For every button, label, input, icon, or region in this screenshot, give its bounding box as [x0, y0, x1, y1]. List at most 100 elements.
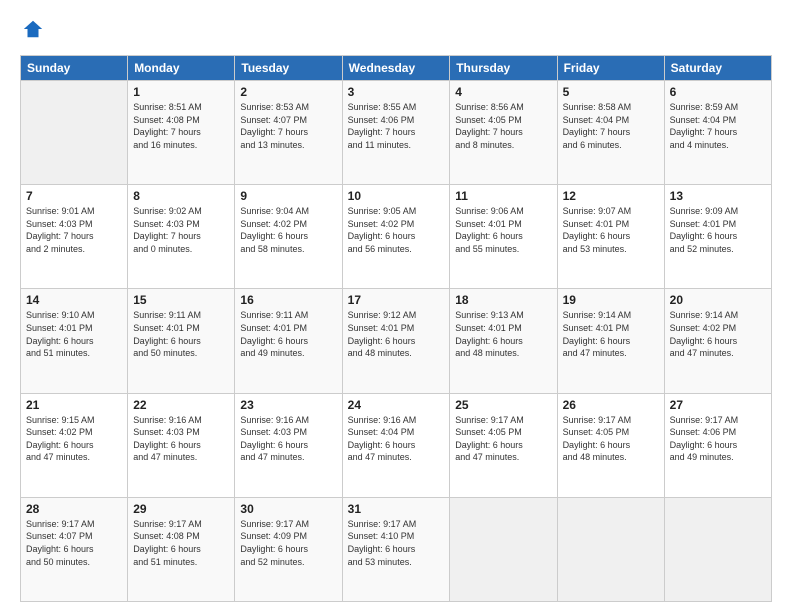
calendar-cell: 31Sunrise: 9:17 AM Sunset: 4:10 PM Dayli…	[342, 497, 450, 601]
cell-info: Sunrise: 9:07 AM Sunset: 4:01 PM Dayligh…	[563, 205, 659, 255]
day-number: 8	[133, 189, 229, 203]
weekday-header-saturday: Saturday	[664, 56, 771, 81]
day-number: 20	[670, 293, 766, 307]
calendar-cell: 19Sunrise: 9:14 AM Sunset: 4:01 PM Dayli…	[557, 289, 664, 393]
day-number: 17	[348, 293, 445, 307]
weekday-header-friday: Friday	[557, 56, 664, 81]
cell-info: Sunrise: 9:01 AM Sunset: 4:03 PM Dayligh…	[26, 205, 122, 255]
header	[20, 18, 772, 45]
calendar-week-row: 7 Sunrise: 9:01 AM Sunset: 4:03 PM Daylig…	[21, 185, 772, 289]
calendar-cell	[21, 81, 128, 185]
cell-info: Sunrise: 9:02 AM Sunset: 4:03 PM Dayligh…	[133, 205, 229, 255]
cell-info: Sunrise: 8:58 AM Sunset: 4:04 PM Dayligh…	[563, 101, 659, 151]
day-number: 18	[455, 293, 551, 307]
calendar-cell: 1 Sunrise: 8:51 AM Sunset: 4:08 PM Daylig…	[128, 81, 235, 185]
cell-info: Sunrise: 8:56 AM Sunset: 4:05 PM Dayligh…	[455, 101, 551, 151]
calendar-cell: 18 Sunrise: 9:13 AM Sunset: 4:01 PM Dayli…	[450, 289, 557, 393]
day-number: 2	[240, 85, 336, 99]
cell-info: Sunrise: 8:59 AM Sunset: 4:04 PM Dayligh…	[670, 101, 766, 151]
calendar-cell	[557, 497, 664, 601]
cell-info: Sunrise: 9:05 AM Sunset: 4:02 PM Dayligh…	[348, 205, 445, 255]
day-number: 25	[455, 398, 551, 412]
weekday-header-wednesday: Wednesday	[342, 56, 450, 81]
calendar-cell: 2 Sunrise: 8:53 AM Sunset: 4:07 PM Daylig…	[235, 81, 342, 185]
day-number: 9	[240, 189, 336, 203]
cell-info: Sunrise: 9:11 AM Sunset: 4:01 PM Dayligh…	[133, 309, 229, 359]
calendar-cell: 4 Sunrise: 8:56 AM Sunset: 4:05 PM Daylig…	[450, 81, 557, 185]
cell-info: Sunrise: 9:14 AM Sunset: 4:01 PM Dayligh…	[563, 309, 659, 359]
calendar-cell: 24 Sunrise: 9:16 AM Sunset: 4:04 PM Dayli…	[342, 393, 450, 497]
cell-info: Sunrise: 9:15 AM Sunset: 4:02 PM Dayligh…	[26, 414, 122, 464]
weekday-header-sunday: Sunday	[21, 56, 128, 81]
weekday-header-row: SundayMondayTuesdayWednesdayThursdayFrid…	[21, 56, 772, 81]
calendar-cell: 26 Sunrise: 9:17 AM Sunset: 4:05 PM Dayli…	[557, 393, 664, 497]
calendar-week-row: 1 Sunrise: 8:51 AM Sunset: 4:08 PM Daylig…	[21, 81, 772, 185]
logo	[20, 18, 48, 45]
day-number: 3	[348, 85, 445, 99]
weekday-header-tuesday: Tuesday	[235, 56, 342, 81]
calendar-cell: 11Sunrise: 9:06 AM Sunset: 4:01 PM Dayli…	[450, 185, 557, 289]
cell-info: Sunrise: 9:16 AM Sunset: 4:03 PM Dayligh…	[240, 414, 336, 464]
day-number: 27	[670, 398, 766, 412]
calendar-cell: 25Sunrise: 9:17 AM Sunset: 4:05 PM Dayli…	[450, 393, 557, 497]
cell-info: Sunrise: 9:17 AM Sunset: 4:09 PM Dayligh…	[240, 518, 336, 568]
cell-info: Sunrise: 9:16 AM Sunset: 4:03 PM Dayligh…	[133, 414, 229, 464]
calendar-cell: 21 Sunrise: 9:15 AM Sunset: 4:02 PM Dayli…	[21, 393, 128, 497]
day-number: 26	[563, 398, 659, 412]
cell-info: Sunrise: 9:12 AM Sunset: 4:01 PM Dayligh…	[348, 309, 445, 359]
calendar-cell: 22 Sunrise: 9:16 AM Sunset: 4:03 PM Dayli…	[128, 393, 235, 497]
day-number: 5	[563, 85, 659, 99]
cell-info: Sunrise: 9:14 AM Sunset: 4:02 PM Dayligh…	[670, 309, 766, 359]
day-number: 30	[240, 502, 336, 516]
calendar-week-row: 14 Sunrise: 9:10 AM Sunset: 4:01 PM Dayli…	[21, 289, 772, 393]
calendar-week-row: 21 Sunrise: 9:15 AM Sunset: 4:02 PM Dayli…	[21, 393, 772, 497]
calendar-cell: 28Sunrise: 9:17 AM Sunset: 4:07 PM Dayli…	[21, 497, 128, 601]
calendar-cell: 29 Sunrise: 9:17 AM Sunset: 4:08 PM Dayli…	[128, 497, 235, 601]
calendar-cell: 20 Sunrise: 9:14 AM Sunset: 4:02 PM Dayli…	[664, 289, 771, 393]
calendar-cell: 7 Sunrise: 9:01 AM Sunset: 4:03 PM Daylig…	[21, 185, 128, 289]
cell-info: Sunrise: 9:16 AM Sunset: 4:04 PM Dayligh…	[348, 414, 445, 464]
cell-info: Sunrise: 9:17 AM Sunset: 4:06 PM Dayligh…	[670, 414, 766, 464]
day-number: 24	[348, 398, 445, 412]
calendar-cell: 27 Sunrise: 9:17 AM Sunset: 4:06 PM Dayli…	[664, 393, 771, 497]
calendar-cell: 6 Sunrise: 8:59 AM Sunset: 4:04 PM Daylig…	[664, 81, 771, 185]
calendar-cell	[664, 497, 771, 601]
day-number: 7	[26, 189, 122, 203]
day-number: 12	[563, 189, 659, 203]
cell-info: Sunrise: 9:10 AM Sunset: 4:01 PM Dayligh…	[26, 309, 122, 359]
cell-info: Sunrise: 8:53 AM Sunset: 4:07 PM Dayligh…	[240, 101, 336, 151]
calendar-cell: 15 Sunrise: 9:11 AM Sunset: 4:01 PM Dayli…	[128, 289, 235, 393]
calendar-cell	[450, 497, 557, 601]
cell-info: Sunrise: 9:04 AM Sunset: 4:02 PM Dayligh…	[240, 205, 336, 255]
calendar-week-row: 28Sunrise: 9:17 AM Sunset: 4:07 PM Dayli…	[21, 497, 772, 601]
calendar-cell: 3Sunrise: 8:55 AM Sunset: 4:06 PM Daylig…	[342, 81, 450, 185]
day-number: 1	[133, 85, 229, 99]
day-number: 13	[670, 189, 766, 203]
calendar-cell: 30 Sunrise: 9:17 AM Sunset: 4:09 PM Dayli…	[235, 497, 342, 601]
day-number: 4	[455, 85, 551, 99]
calendar-cell: 10 Sunrise: 9:05 AM Sunset: 4:02 PM Dayli…	[342, 185, 450, 289]
calendar-cell: 12 Sunrise: 9:07 AM Sunset: 4:01 PM Dayli…	[557, 185, 664, 289]
cell-info: Sunrise: 9:17 AM Sunset: 4:05 PM Dayligh…	[563, 414, 659, 464]
page: SundayMondayTuesdayWednesdayThursdayFrid…	[0, 0, 792, 612]
cell-info: Sunrise: 9:13 AM Sunset: 4:01 PM Dayligh…	[455, 309, 551, 359]
cell-info: Sunrise: 8:51 AM Sunset: 4:08 PM Dayligh…	[133, 101, 229, 151]
day-number: 29	[133, 502, 229, 516]
calendar-cell: 14 Sunrise: 9:10 AM Sunset: 4:01 PM Dayli…	[21, 289, 128, 393]
day-number: 10	[348, 189, 445, 203]
cell-info: Sunrise: 9:11 AM Sunset: 4:01 PM Dayligh…	[240, 309, 336, 359]
calendar-cell: 9 Sunrise: 9:04 AM Sunset: 4:02 PM Daylig…	[235, 185, 342, 289]
day-number: 28	[26, 502, 122, 516]
calendar-cell: 23Sunrise: 9:16 AM Sunset: 4:03 PM Dayli…	[235, 393, 342, 497]
weekday-header-monday: Monday	[128, 56, 235, 81]
weekday-header-thursday: Thursday	[450, 56, 557, 81]
day-number: 31	[348, 502, 445, 516]
cell-info: Sunrise: 9:17 AM Sunset: 4:08 PM Dayligh…	[133, 518, 229, 568]
cell-info: Sunrise: 9:06 AM Sunset: 4:01 PM Dayligh…	[455, 205, 551, 255]
day-number: 14	[26, 293, 122, 307]
calendar-table: SundayMondayTuesdayWednesdayThursdayFrid…	[20, 55, 772, 602]
day-number: 6	[670, 85, 766, 99]
day-number: 15	[133, 293, 229, 307]
day-number: 21	[26, 398, 122, 412]
day-number: 22	[133, 398, 229, 412]
